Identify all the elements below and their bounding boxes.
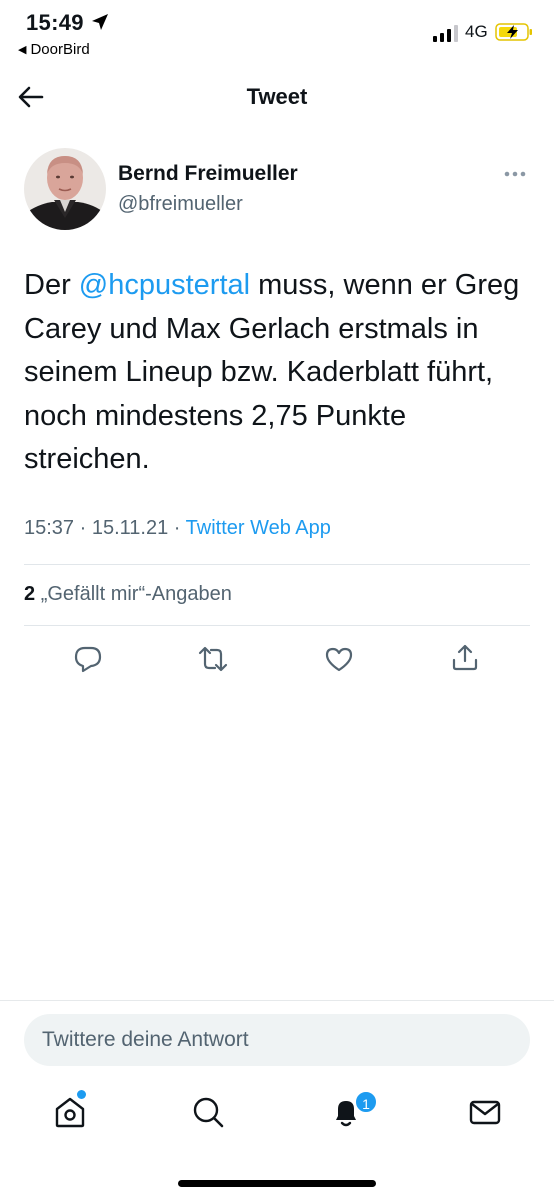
tweet-source-link[interactable]: Twitter Web App bbox=[186, 517, 331, 539]
tweet-meta: 15:37 · 15.11.21 · Twitter Web App bbox=[24, 517, 331, 540]
like-label: „Gefällt mir“-Angaben bbox=[40, 583, 232, 605]
home-icon[interactable] bbox=[52, 1094, 88, 1130]
meta-separator: · bbox=[173, 517, 186, 539]
battery-charging-icon bbox=[495, 23, 532, 41]
share-icon[interactable] bbox=[450, 642, 480, 672]
meta-separator: · bbox=[79, 517, 92, 539]
tweet-time: 15:37 bbox=[24, 517, 75, 539]
back-triangle-icon: ◀ bbox=[18, 44, 27, 56]
back-app-label: DoorBird bbox=[30, 41, 90, 58]
likes-summary[interactable]: 2 „Gefällt mir“-Angaben bbox=[24, 583, 232, 606]
notifications-badge: 1 bbox=[354, 1090, 378, 1114]
divider bbox=[0, 1000, 554, 1001]
status-bar: 15:49 ◀ DoorBird 4G bbox=[0, 0, 554, 70]
more-icon[interactable] bbox=[502, 166, 528, 182]
tweet-text: Der @hcpustertal muss, wenn er Greg Care… bbox=[24, 264, 534, 482]
tweet-date: 15.11.21 bbox=[91, 517, 169, 539]
like-icon[interactable] bbox=[324, 644, 354, 674]
home-indicator[interactable] bbox=[178, 1180, 376, 1187]
author-name[interactable]: Bernd Freimueller bbox=[118, 162, 298, 186]
divider bbox=[24, 564, 530, 565]
author-handle[interactable]: @bfreimueller bbox=[118, 193, 243, 216]
reply-input[interactable]: Twittere deine Antwort bbox=[24, 1014, 530, 1066]
retweet-icon[interactable] bbox=[198, 644, 228, 674]
status-time: 15:49 bbox=[26, 10, 84, 35]
reply-placeholder: Twittere deine Antwort bbox=[42, 1028, 249, 1051]
page-title: Tweet bbox=[246, 84, 308, 109]
header: Tweet bbox=[0, 70, 554, 126]
avatar[interactable] bbox=[24, 148, 106, 230]
mention-link[interactable]: @hcpustertal bbox=[79, 269, 250, 301]
back-to-app-link[interactable]: ◀ DoorBird bbox=[18, 41, 90, 58]
messages-icon[interactable] bbox=[467, 1094, 503, 1130]
tweet-actions bbox=[0, 640, 554, 680]
tweet-text-before: Der bbox=[24, 269, 79, 301]
signal-icon bbox=[433, 25, 458, 42]
network-type: 4G bbox=[465, 22, 488, 41]
like-count: 2 bbox=[24, 583, 36, 605]
divider bbox=[24, 625, 530, 626]
location-arrow-icon bbox=[92, 14, 108, 30]
reply-icon[interactable] bbox=[73, 644, 103, 674]
home-notification-dot bbox=[77, 1090, 86, 1099]
search-icon[interactable] bbox=[190, 1094, 226, 1130]
